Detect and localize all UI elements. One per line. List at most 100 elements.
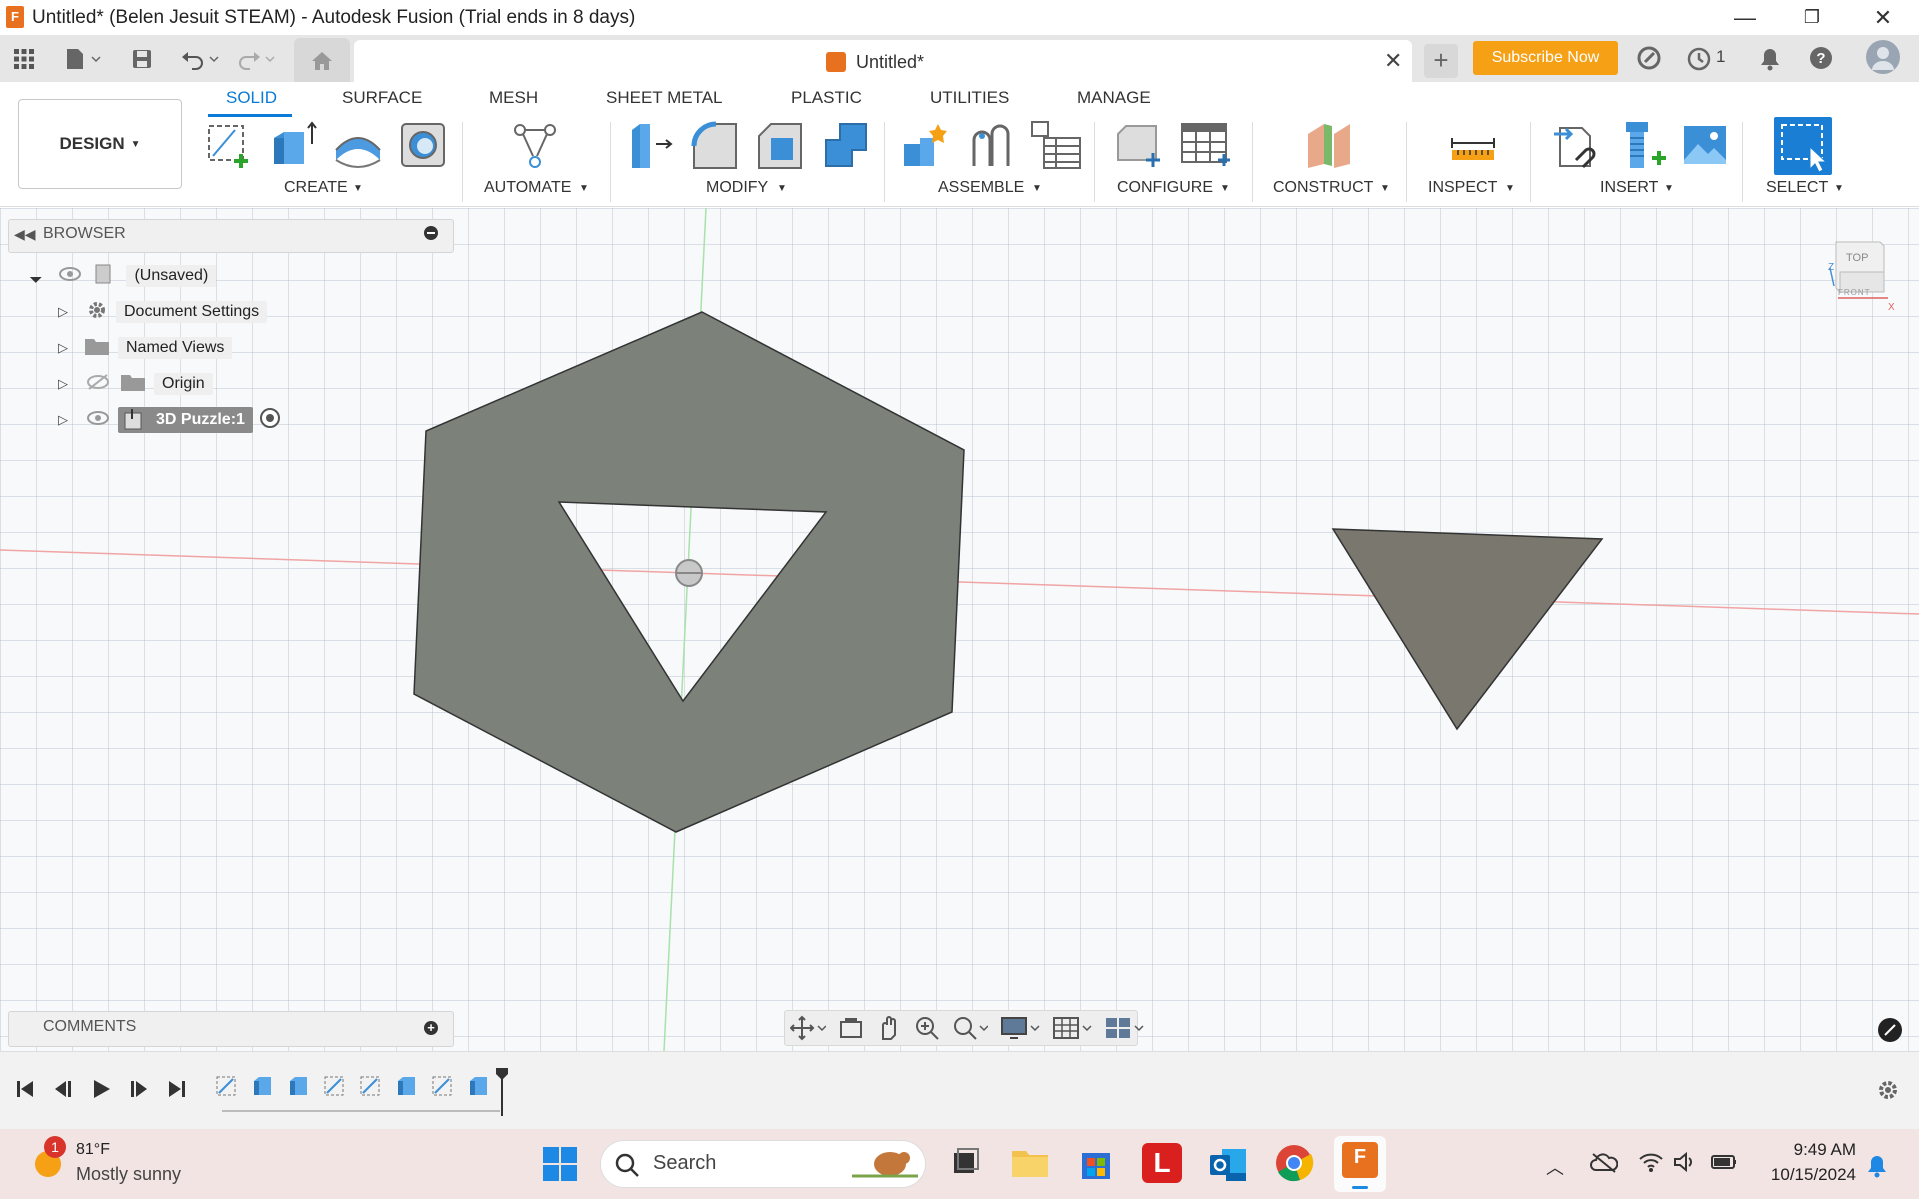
taskbar-app-l[interactable]: L (1142, 1143, 1182, 1183)
add-comment-icon[interactable]: + (424, 1021, 438, 1035)
joint-icon[interactable] (966, 120, 1012, 170)
activate-radio-icon[interactable] (259, 407, 281, 434)
tree-root[interactable]: ◢ (Unsaved) (29, 261, 217, 291)
new-tab-button[interactable]: + (1424, 44, 1458, 78)
redo-icon[interactable] (234, 46, 278, 72)
group-assemble[interactable]: ASSEMBLE (938, 179, 1024, 197)
file-menu-icon[interactable] (62, 46, 104, 72)
eye-hidden-icon[interactable] (86, 373, 110, 395)
timeline-extrude-icon[interactable] (466, 1072, 490, 1100)
insert-mcmaster-icon[interactable] (1616, 120, 1666, 170)
undo-icon[interactable] (178, 46, 222, 72)
onedrive-icon[interactable] (1590, 1152, 1619, 1179)
tab-mesh[interactable]: MESH (489, 88, 538, 108)
taskbar-app-chrome[interactable] (1274, 1143, 1314, 1183)
go-to-end-icon[interactable] (166, 1078, 188, 1100)
battery-icon[interactable] (1710, 1150, 1738, 1179)
timeline-sketch-icon[interactable] (358, 1072, 382, 1100)
chamfer-icon[interactable] (755, 120, 802, 170)
tree-item-label-selected[interactable]: 3D Puzzle:1 (118, 407, 253, 433)
home-tab[interactable] (294, 38, 350, 82)
fit-zoom-icon[interactable] (952, 1015, 988, 1041)
clock-date[interactable]: 10/15/2024 (1762, 1165, 1856, 1185)
select-icon[interactable] (1774, 117, 1832, 175)
timeline-settings-icon[interactable] (1876, 1078, 1900, 1107)
group-insert[interactable]: INSERT (1600, 179, 1658, 197)
notification-bell-icon[interactable] (1866, 1154, 1888, 1183)
canvas-viewport[interactable] (0, 208, 1919, 1051)
minimize-button[interactable]: — (1715, 0, 1775, 35)
configuration-table-icon[interactable] (1180, 120, 1230, 170)
new-component-icon[interactable] (900, 120, 947, 170)
tree-item-origin[interactable]: ▷ Origin (58, 369, 213, 399)
timeline-extrude-icon[interactable] (286, 1072, 310, 1100)
orbit-icon[interactable] (790, 1015, 826, 1041)
measure-icon[interactable] (1448, 120, 1495, 170)
collapse-browser-icon[interactable]: ◀◀ (14, 226, 36, 243)
group-automate[interactable]: AUTOMATE (484, 179, 571, 197)
fillet-icon[interactable] (690, 120, 737, 170)
expand-triangle-icon[interactable]: ▷ (58, 304, 68, 320)
tab-surface[interactable]: SURFACE (342, 88, 422, 108)
wifi-icon[interactable] (1638, 1150, 1664, 1179)
close-tab-button[interactable]: ✕ (1384, 48, 1402, 74)
shell-icon[interactable] (398, 120, 445, 170)
tab-utilities[interactable]: UTILITIES (930, 88, 1009, 108)
expand-triangle-icon[interactable]: ▷ (58, 412, 68, 428)
job-status-icon[interactable] (1686, 46, 1712, 77)
show-hidden-icons[interactable]: ︿ (1546, 1154, 1564, 1180)
pan-hand-icon[interactable] (876, 1015, 902, 1041)
step-back-icon[interactable] (52, 1078, 74, 1100)
app-grid-icon[interactable] (10, 46, 38, 72)
timeline-extrude-icon[interactable] (250, 1072, 274, 1100)
timeline-sketch-icon[interactable] (214, 1072, 238, 1100)
extensions-icon[interactable] (1636, 45, 1662, 76)
tab-plastic[interactable]: PLASTIC (791, 88, 862, 108)
play-icon[interactable] (90, 1078, 112, 1100)
subscribe-button[interactable]: Subscribe Now (1473, 41, 1618, 75)
start-menu-icon[interactable] (542, 1146, 578, 1187)
restore-button[interactable]: ❐ (1782, 0, 1842, 35)
go-to-start-icon[interactable] (14, 1078, 36, 1100)
zoom-icon[interactable] (914, 1015, 940, 1041)
display-settings-icon[interactable] (1000, 1015, 1040, 1041)
group-construct[interactable]: CONSTRUCT (1273, 179, 1373, 197)
taskbar-app-fusion-active[interactable]: F (1334, 1136, 1386, 1192)
bill-of-materials-icon[interactable] (1030, 120, 1081, 170)
timeline-marker[interactable] (496, 1068, 508, 1116)
tree-item-3d-puzzle[interactable]: ▷ 3D Puzzle:1 (58, 405, 281, 435)
extrude-icon[interactable] (268, 120, 317, 170)
browser-minimize-icon[interactable] (424, 226, 438, 240)
combine-icon[interactable] (820, 120, 867, 170)
user-avatar[interactable] (1866, 40, 1900, 74)
workspace-switcher[interactable]: DESIGN ▼ (18, 99, 182, 189)
group-select[interactable]: SELECT (1766, 179, 1828, 197)
create-sketch-icon[interactable] (205, 120, 251, 170)
group-configure[interactable]: CONFIGURE (1117, 179, 1213, 197)
save-icon[interactable] (128, 46, 156, 72)
timeline-sketch-icon[interactable] (430, 1072, 454, 1100)
group-modify[interactable]: MODIFY (706, 179, 768, 197)
insert-canvas-icon[interactable] (1680, 120, 1726, 170)
tab-sheet-metal[interactable]: SHEET METAL (606, 88, 723, 108)
revolve-icon[interactable] (332, 120, 381, 170)
group-create[interactable]: CREATE (284, 179, 348, 197)
press-pull-icon[interactable] (626, 120, 673, 170)
taskbar-app-outlook[interactable] (1208, 1143, 1248, 1183)
timeline-extrude-icon[interactable] (394, 1072, 418, 1100)
grid-settings-icon[interactable] (1052, 1015, 1092, 1041)
notifications-icon[interactable] (1758, 46, 1782, 77)
taskbar-app-file-explorer[interactable] (1010, 1143, 1050, 1183)
tab-solid[interactable]: SOLID (226, 88, 277, 108)
insert-derive-icon[interactable] (1552, 120, 1598, 170)
eye-icon[interactable] (58, 266, 82, 287)
feedback-icon[interactable] (1878, 1018, 1902, 1042)
eye-icon[interactable] (86, 410, 110, 431)
look-at-icon[interactable] (838, 1015, 864, 1041)
configure-icon[interactable] (1114, 120, 1160, 170)
close-window-button[interactable]: ✕ (1853, 0, 1913, 35)
timeline-sketch-icon[interactable] (322, 1072, 346, 1100)
tab-manage[interactable]: MANAGE (1077, 88, 1151, 108)
group-inspect[interactable]: INSPECT (1428, 179, 1497, 197)
offset-plane-icon[interactable] (1304, 120, 1350, 170)
